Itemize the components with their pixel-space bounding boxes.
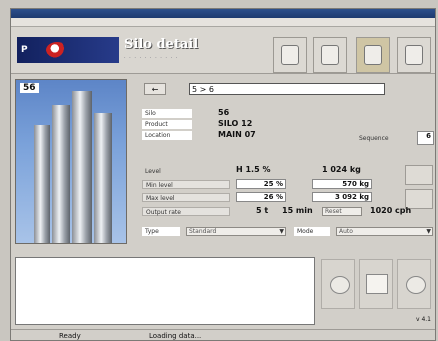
output-rate-cph: 1020 cph	[370, 206, 412, 215]
min-level-weight-field[interactable]: 570 kg	[312, 179, 372, 189]
status-left: Ready	[59, 332, 81, 340]
level-weight: 1 024 kg	[322, 165, 361, 174]
mode-label: Mode	[294, 227, 330, 236]
report-tool-button[interactable]	[359, 259, 393, 309]
min-level-percent-field[interactable]: 25 %	[236, 179, 286, 189]
level-label: Level	[145, 168, 161, 175]
status-bar: Ready Loading data...	[11, 329, 435, 340]
toolbar-tool-button[interactable]	[397, 37, 431, 73]
menu-bar	[11, 18, 435, 27]
silo-tower	[72, 91, 92, 243]
output-rate-amount: 5 t	[256, 206, 269, 215]
info-value: 56	[218, 108, 230, 117]
toolbar-silo-button[interactable]	[273, 37, 307, 73]
chevron-down-icon: ▼	[426, 228, 431, 235]
logo-mark: P	[21, 45, 28, 55]
min-level-label: Min level	[142, 180, 230, 189]
mode-select[interactable]: Auto ▼	[336, 227, 433, 236]
window-title	[11, 9, 435, 18]
silo-photo: 56	[15, 79, 127, 244]
silo-tower	[94, 113, 112, 243]
info-value: MAIN 07	[218, 130, 256, 139]
main-window: P Silo detail · · · · · · · · · · · 56 ←…	[10, 8, 436, 341]
notes-textarea[interactable]	[15, 257, 315, 325]
header-banner: P Silo detail · · · · · · · · · · ·	[11, 27, 435, 74]
info-label: Product	[142, 120, 192, 129]
document-icon	[321, 45, 339, 65]
silo-number-label: 56	[20, 83, 39, 93]
silo-tower	[52, 105, 70, 243]
level-percent: H 1.5 %	[236, 165, 271, 174]
search-input[interactable]: 5 > 6	[189, 83, 385, 95]
report-icon	[366, 274, 388, 294]
silo-tower	[34, 125, 50, 243]
silo-icon	[281, 45, 299, 65]
gauge-icon	[330, 276, 350, 294]
reset-button[interactable]: Reset	[322, 207, 362, 216]
info-label: Location	[142, 131, 192, 140]
version-label: v 4.1	[416, 316, 431, 323]
output-rate-time: 15 min	[282, 206, 313, 215]
back-button[interactable]: ←	[144, 83, 166, 95]
tool-icon	[405, 45, 423, 65]
mode-select-value: Auto	[339, 228, 353, 235]
info-label: Silo	[142, 109, 192, 118]
toolbar-folder-button[interactable]	[356, 37, 390, 73]
status-right: Loading data...	[149, 332, 202, 340]
page-title: Silo detail	[124, 37, 199, 52]
logo-swoosh-icon	[45, 42, 68, 58]
sequence-field[interactable]: 6	[417, 131, 434, 145]
type-select-value: Standard	[189, 228, 217, 235]
chart-tool-button[interactable]	[321, 259, 355, 309]
detail-panel: ← 5 > 6 Silo 56 Product SILO 12 Location…	[130, 79, 435, 247]
company-logo: P	[17, 37, 119, 63]
max-level-label: Max level	[142, 193, 230, 202]
page-subtitle: · · · · · · · · · · ·	[124, 55, 179, 61]
gear-icon	[406, 276, 426, 294]
info-value: SILO 12	[218, 119, 253, 128]
max-level-weight-field[interactable]: 3 092 kg	[312, 192, 372, 202]
bottom-toolbar: v 4.1	[319, 254, 435, 324]
side-action-button[interactable]	[405, 165, 433, 185]
type-label: Type	[142, 227, 180, 236]
max-level-percent-field[interactable]: 26 %	[236, 192, 286, 202]
folder-icon	[364, 45, 382, 65]
toolbar-document-button[interactable]	[313, 37, 347, 73]
sequence-label: Sequence	[359, 135, 389, 142]
type-select[interactable]: Standard ▼	[186, 227, 286, 236]
output-rate-label: Output rate	[142, 207, 230, 216]
chevron-down-icon: ▼	[279, 228, 284, 235]
settings-tool-button[interactable]	[397, 259, 431, 309]
